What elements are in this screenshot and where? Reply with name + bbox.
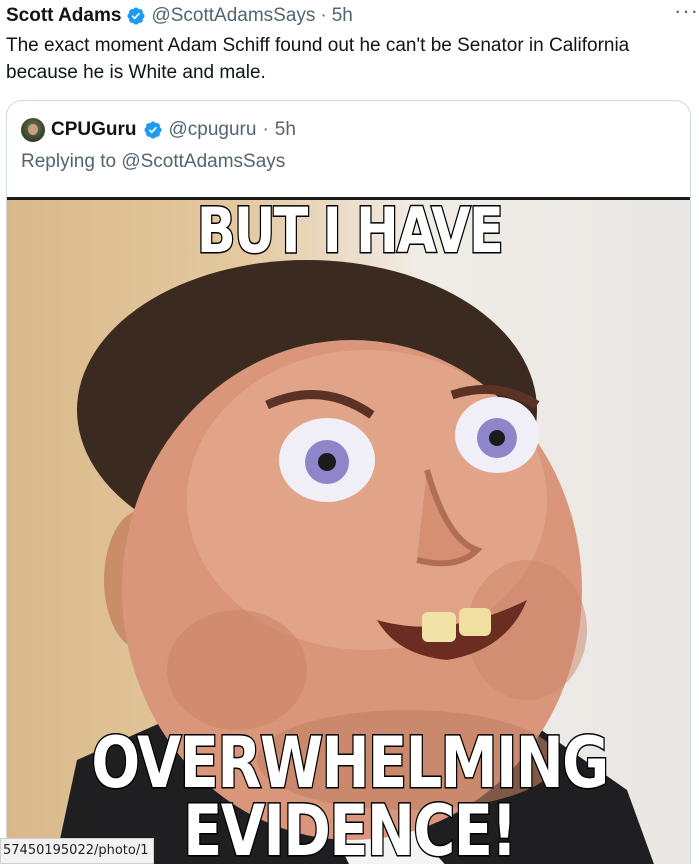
tweet-timestamp[interactable]: 5h [332, 5, 353, 27]
meme-caption-bottom-line1: OVERWHELMING [90, 722, 610, 804]
quoted-tweet-header: CPUGuru @cpuguru · 5h [21, 117, 296, 143]
more-options-icon[interactable]: ··· [674, 0, 699, 22]
author-handle[interactable]: @ScottAdamsSays [151, 5, 315, 27]
meme-caption-top: BUT I HAVE [196, 197, 505, 267]
tweet-text: The exact moment Adam Schiff found out h… [6, 35, 630, 83]
replying-to-label: Replying to @ScottAdamsSays [21, 151, 286, 172]
tweet[interactable]: Scott Adams @ScottAdamsSays · 5h ··· The… [0, 0, 699, 864]
quoted-tweet-card[interactable]: CPUGuru @cpuguru · 5h Replying to @Scott… [6, 100, 691, 864]
quoted-author-name[interactable]: CPUGuru [51, 119, 137, 141]
avatar[interactable] [21, 118, 45, 142]
verified-badge-icon [143, 120, 163, 140]
meme-image[interactable]: BUT I HAVE OVERWHELMING EVIDENCE! [7, 197, 690, 864]
tweet-header: Scott Adams @ScottAdamsSays · 5h [6, 2, 689, 30]
quoted-author-handle[interactable]: @cpuguru [169, 119, 257, 141]
quoted-tweet-timestamp[interactable]: 5h [275, 119, 296, 141]
separator-dot: · [320, 5, 327, 26]
separator-dot: · [262, 119, 269, 140]
author-name[interactable]: Scott Adams [6, 5, 121, 27]
status-bar-url: 57450195022/photo/1 [0, 838, 154, 864]
verified-badge-icon [126, 6, 146, 26]
